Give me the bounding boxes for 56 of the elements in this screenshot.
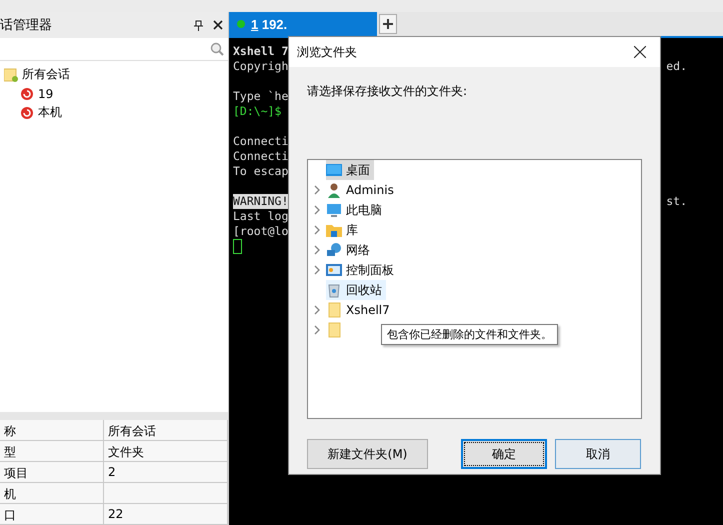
property-value: 所有会话: [104, 420, 228, 443]
folder-item[interactable]: 库: [312, 220, 362, 240]
search-icon[interactable]: [210, 42, 224, 56]
spiral-icon: [20, 106, 34, 120]
new-tab-button[interactable]: [379, 14, 397, 34]
spiral-icon: [20, 86, 34, 100]
terminal-line: Xshell 7: [233, 44, 288, 59]
monitor-icon: [326, 162, 342, 178]
folder-item[interactable]: 回收站: [326, 280, 386, 300]
tree-item[interactable]: 19: [38, 86, 54, 100]
property-value: 文件夹: [104, 441, 228, 464]
property-name: 称: [0, 420, 104, 443]
terminal-line: st.: [666, 194, 687, 209]
user-icon: [326, 182, 342, 198]
property-name: 机: [0, 483, 104, 506]
folder-item[interactable]: 控制面板: [312, 260, 398, 280]
terminal-line: Connecti: [233, 149, 288, 164]
terminal-line: Last log: [233, 209, 288, 224]
property-name: 项目: [0, 462, 104, 485]
tooltip: 包含你已经删除的文件和文件夹。: [381, 324, 558, 345]
dialog-title: 浏览文件夹: [297, 44, 358, 60]
dialog-button[interactable]: 取消: [555, 439, 641, 469]
terminal-line: [D:\~]$: [233, 104, 282, 119]
recycle-bin-icon: [326, 282, 342, 298]
property-value: 2: [104, 462, 228, 485]
folder-icon: [326, 322, 342, 338]
dialog-prompt: 请选择保存接收文件的文件夹:: [307, 83, 468, 100]
terminal-cursor: [233, 239, 242, 254]
terminal-line: To escap: [233, 164, 288, 179]
close-icon: [634, 46, 646, 58]
folder-item[interactable]: Adminis: [312, 180, 398, 200]
terminal-line: [root@lo: [233, 224, 288, 239]
plus-icon: [383, 19, 393, 29]
network-icon: [326, 242, 342, 258]
property-name: 口: [0, 504, 104, 525]
panel-title: 话管理器: [0, 17, 53, 34]
terminal-line: Type `he: [233, 89, 288, 104]
property-value: 22: [104, 504, 228, 525]
folder-icon: [4, 68, 18, 82]
tree-item[interactable]: 本机: [38, 104, 62, 121]
folder-item[interactable]: 桌面: [326, 160, 374, 180]
property-name: 型: [0, 441, 104, 464]
computer-icon: [326, 202, 342, 218]
dialog-button[interactable]: 确定: [461, 439, 547, 469]
control-panel-icon: [326, 262, 342, 278]
folder-item[interactable]: 此电脑: [312, 200, 386, 220]
folder-item[interactable]: 网络: [312, 240, 374, 260]
folder-icon: [326, 302, 342, 318]
tree-item[interactable]: 所有会话: [22, 66, 70, 83]
folder-item[interactable]: Xshell7: [312, 300, 394, 320]
dialog-button[interactable]: 新建文件夹(M): [307, 439, 428, 469]
folder-icon: [326, 222, 342, 238]
terminal-line: Copyrigh: [233, 59, 288, 74]
terminal-line: ed.: [666, 59, 687, 74]
terminal-line: Connecti: [233, 134, 288, 149]
session-tab[interactable]: 1 192.: [229, 12, 377, 36]
